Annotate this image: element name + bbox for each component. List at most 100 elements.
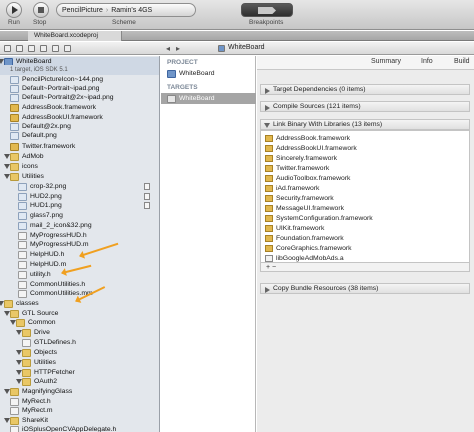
header-file-icon [10, 398, 19, 406]
folder-icon [22, 359, 31, 367]
framework-icon [265, 205, 273, 212]
image-file-icon [18, 222, 27, 230]
navigator-row[interactable]: icons [0, 162, 159, 172]
navigator-row[interactable]: Utilities [0, 358, 159, 368]
forward-arrow-icon[interactable]: ▸ [176, 44, 180, 53]
navigator-row[interactable]: glass7.png [0, 211, 159, 221]
phase-copy-bundle-resources[interactable]: Copy Bundle Resources (38 items) [260, 283, 470, 294]
navigator-row[interactable]: GTLDefines.h [0, 338, 159, 348]
toolbar: Run Stop PencilPicture › Ramin's 4GS Sch… [0, 0, 474, 30]
target-item-label: WhiteBoard [179, 95, 215, 102]
navigator-row[interactable]: Default.png [0, 131, 159, 141]
navigator-row[interactable]: mail_2_icon&32.png [0, 221, 159, 231]
navigator-row[interactable]: utility.h [0, 270, 159, 280]
image-file-icon [18, 193, 27, 201]
back-arrow-icon[interactable]: ◂ [166, 44, 170, 53]
folder-icon [10, 417, 19, 425]
framework-icon [265, 185, 273, 192]
navigator-row-label: Default.png [22, 132, 57, 139]
breakpoint-nav-icon[interactable] [52, 45, 59, 52]
folder-icon [16, 319, 25, 327]
header-file-icon [18, 281, 27, 289]
image-file-icon [18, 183, 27, 191]
disclosure-triangle-icon[interactable] [265, 287, 270, 293]
navigator-row[interactable]: AdMob [0, 152, 159, 162]
project-navigator: WhiteBoard 1 target, iOS SDK 5.1 PencilPic… [0, 56, 160, 432]
navigator-row[interactable]: iOSplusOpenCVAppDelegate.h [0, 425, 159, 432]
tab-whiteboard-project[interactable]: WhiteBoard.xcodeproj [28, 31, 122, 41]
disclosure-triangle-icon[interactable] [265, 88, 270, 94]
header-file-icon [18, 251, 27, 259]
run-button[interactable] [6, 2, 22, 18]
libraries-footer: + − [260, 262, 470, 272]
image-file-icon [10, 76, 19, 84]
added-status-icon [144, 193, 150, 200]
search-icon[interactable] [28, 45, 35, 52]
phase-compile-sources[interactable]: Compile Sources (121 items) [260, 101, 470, 112]
framework-icon [265, 165, 273, 172]
added-status-icon [144, 202, 150, 209]
scheme-selector[interactable]: PencilPicture › Ramin's 4GS [56, 3, 196, 17]
breakpoints-label: Breakpoints [249, 19, 284, 26]
navigator-row-label: Utilities [22, 173, 44, 180]
navigator-row-label: OAuth2 [34, 378, 58, 385]
app-target-icon [167, 95, 176, 103]
navigator-row[interactable]: OAuth2 [0, 377, 159, 387]
navigator-row-label: Common [28, 319, 56, 326]
jump-bar: ◂ ▸ WhiteBoard [0, 42, 474, 55]
breadcrumb[interactable]: WhiteBoard [228, 44, 265, 51]
navigator-row[interactable]: Twitter.framework [0, 142, 159, 152]
navigator-row[interactable]: Common [0, 318, 159, 328]
framework-icon [265, 135, 273, 142]
navigator-row[interactable]: Objects [0, 348, 159, 358]
navigator-row[interactable]: crop-32.png [0, 182, 159, 192]
image-file-icon [10, 85, 19, 93]
navigator-row[interactable]: MyProgressHUD.m [0, 240, 159, 250]
framework-icon [265, 175, 273, 182]
folder-icon [10, 163, 19, 171]
stop-button[interactable] [33, 2, 49, 18]
project-header: PROJECT [167, 59, 198, 66]
navigator-row[interactable]: MagnifyingGlass [0, 387, 159, 397]
tab-build[interactable]: Build [454, 58, 470, 65]
header-file-icon [10, 426, 19, 432]
warning-icon[interactable] [40, 45, 47, 52]
phase-link-binary[interactable]: Link Binary With Libraries (13 items) [260, 119, 470, 130]
breakpoints-button[interactable] [241, 3, 293, 17]
scheme-label: Scheme [112, 19, 136, 26]
navigator-row-label: Default~Portrait@2x~ipad.png [22, 94, 114, 101]
libraries-list: AddressBook.framework AddressBookUI.frame… [260, 130, 470, 271]
log-icon[interactable] [64, 45, 71, 52]
target-item[interactable]: WhiteBoard [161, 93, 256, 104]
image-file-icon [18, 202, 27, 210]
folder-icon [10, 310, 19, 318]
folder-icon[interactable] [4, 45, 11, 52]
added-status-icon [144, 183, 150, 190]
navigator-row[interactable]: AddressBook.framework [0, 103, 159, 113]
navigator-row[interactable]: HUD1.png [0, 201, 159, 211]
symbol-icon[interactable] [16, 45, 23, 52]
navigator-row[interactable]: 1 target, iOS SDK 5.1 [0, 65, 159, 75]
tab-summary[interactable]: Summary [371, 58, 401, 65]
project-item-label: WhiteBoard [179, 70, 215, 77]
editor-tabs: Summary Info Build [257, 56, 474, 70]
navigator-row[interactable]: Drive [0, 328, 159, 338]
disclosure-triangle-icon[interactable] [265, 105, 270, 111]
phase-target-dependencies[interactable]: Target Dependencies (0 items) [260, 84, 470, 95]
add-remove-buttons[interactable]: + − [266, 263, 276, 272]
project-item[interactable]: WhiteBoard [161, 68, 256, 79]
tab-info[interactable]: Info [421, 58, 433, 65]
phase-label: Target Dependencies (0 items) [273, 86, 366, 93]
phase-label: Link Binary With Libraries (13 items) [273, 121, 383, 128]
folder-icon [10, 388, 19, 396]
tab-bar: WhiteBoard.xcodeproj [0, 31, 474, 41]
chevron-right-icon: › [105, 6, 109, 14]
navigator-row[interactable]: MyRect.m [0, 406, 159, 416]
navigator-row-label: mail_2_icon&32.png [30, 222, 92, 229]
image-file-icon [10, 94, 19, 102]
navigator-row[interactable]: Default~Portrait@2x~ipad.png [0, 93, 159, 103]
navigator-row[interactable]: Utilities [0, 172, 159, 182]
image-file-icon [10, 123, 19, 131]
disclosure-triangle-open-icon[interactable] [264, 123, 270, 128]
framework-icon [10, 114, 19, 122]
